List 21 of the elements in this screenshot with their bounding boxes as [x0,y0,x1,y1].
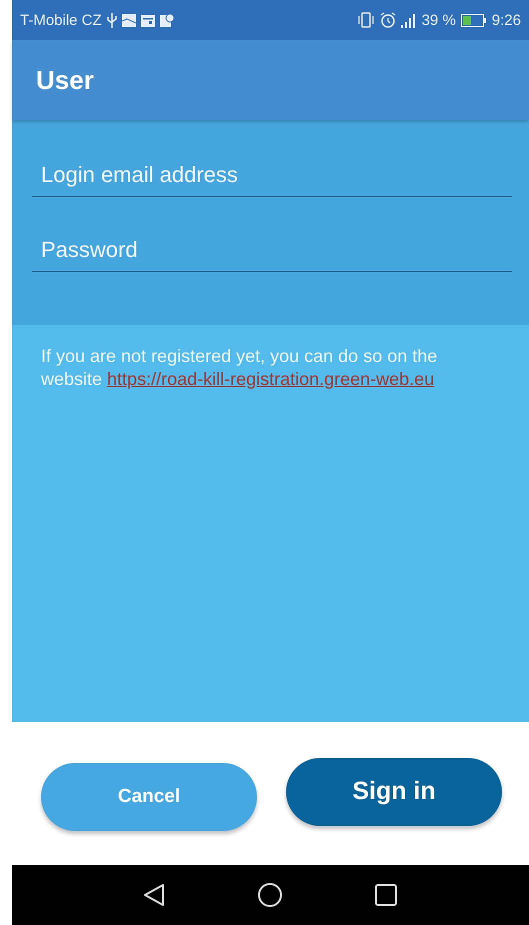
recents-icon[interactable] [374,884,396,906]
input-field[interactable]: Password [32,233,512,272]
image-icon [122,14,136,26]
cancel-button[interactable]: Cancel [41,762,257,830]
clock-time: 9:26 [492,12,521,28]
back-icon[interactable] [142,883,164,907]
registration-note: If you are not registered yet, you can do so on the website https://road-kill-registration.green-web.eu [41,345,438,391]
screen-title: User [36,64,94,96]
home-icon[interactable] [258,883,282,907]
input-field[interactable]: Login email address [32,158,512,197]
battery-icon [460,14,487,26]
battery-percent: 39 % [422,12,456,28]
carrier-name: T-Mobile CZ [20,12,102,28]
usb-icon [106,12,117,28]
alarm-icon [380,12,396,28]
map-icon [160,13,174,27]
calendar-icon [140,13,155,27]
sign-in-button[interactable]: Sign in [286,758,502,826]
signal-icon [400,12,417,28]
registration-link[interactable]: https://road-kill-registration.green-web.eu [107,369,434,389]
vibrate-icon [356,12,375,28]
